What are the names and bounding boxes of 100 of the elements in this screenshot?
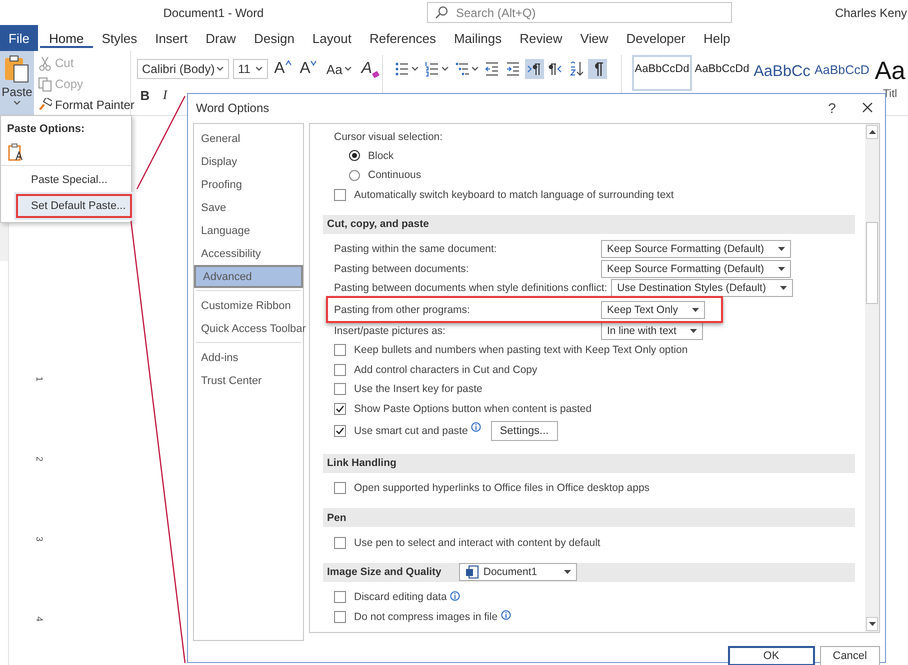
nav-item[interactable]: Proofing	[194, 173, 303, 196]
checkbox[interactable]	[334, 344, 346, 356]
option-label: Use pen to select and interact with content by default	[354, 536, 600, 549]
right-to-left-icon	[548, 61, 563, 77]
scroll-up-button[interactable]	[866, 125, 878, 139]
ruler-number: 3	[34, 536, 44, 542]
ribbon-tab[interactable]: Mailings	[444, 25, 511, 51]
nav-item[interactable]: Add-ins	[194, 346, 303, 369]
search-icon	[435, 6, 448, 19]
grow-font-button[interactable]: A	[272, 60, 294, 78]
ribbon-tab[interactable]: Design	[244, 25, 304, 51]
ribbon-tab[interactable]: References	[360, 25, 445, 51]
option-label: Keep bullets and numbers when pasting text with Keep Text Only option	[354, 344, 688, 356]
radio-button[interactable]	[349, 170, 360, 181]
checkbox[interactable]	[334, 591, 346, 604]
option-label: Use the Insert key for paste	[354, 383, 482, 396]
nav-item[interactable]: Display	[194, 150, 303, 173]
increase-indent-icon	[506, 61, 521, 77]
numbered-list-button[interactable]	[423, 59, 451, 79]
copy-icon	[38, 76, 52, 92]
font-size-combo[interactable]: 11	[233, 59, 268, 79]
style-preset[interactable]: AaBbCcDd	[632, 55, 692, 91]
bold-button[interactable]: B	[137, 88, 153, 102]
scrollbar-thumb[interactable]	[866, 222, 878, 304]
paste-text-only-icon[interactable]	[8, 143, 24, 161]
caret-icon	[472, 67, 479, 71]
checkbox[interactable]	[334, 402, 346, 415]
caret-icon	[868, 130, 876, 134]
dropdown[interactable]: Keep Text Only	[601, 300, 706, 318]
document-dropdown[interactable]: Document1	[459, 563, 578, 581]
help-button[interactable]: ?	[820, 98, 844, 116]
ruler-number: 1	[34, 376, 44, 382]
ribbon-tab[interactable]: Review	[510, 25, 572, 51]
search-field[interactable]: Search (Alt+Q)	[427, 2, 732, 23]
checkbox[interactable]	[334, 482, 346, 494]
nav-item[interactable]: Language	[194, 219, 303, 242]
style-preset[interactable]: AaBbCcDd	[692, 55, 752, 91]
option-label: Block	[368, 150, 394, 162]
sort-icon	[569, 61, 584, 77]
nav-item[interactable]: Customize Ribbon	[194, 294, 303, 317]
scroll-down-button[interactable]	[866, 617, 878, 631]
ok-button[interactable]: OK	[728, 646, 815, 665]
nav-item[interactable]: Accessibility	[194, 242, 303, 265]
checkbox[interactable]	[334, 425, 346, 437]
ribbon-tab[interactable]: File	[0, 25, 38, 51]
dropdown[interactable]: Use Destination Styles (Default)	[611, 279, 793, 298]
option-label: Cursor visual selection:	[334, 131, 443, 143]
dropdown[interactable]: Keep Source Formatting (Default)	[601, 260, 791, 278]
decrease-indent-icon	[485, 61, 500, 77]
ribbon-tab[interactable]: Styles	[92, 25, 146, 51]
settings-button[interactable]: Settings...	[490, 421, 558, 441]
paste-button[interactable]: Paste	[0, 51, 34, 115]
checkbox[interactable]	[334, 188, 346, 201]
cancel-button[interactable]: Cancel	[820, 646, 880, 665]
dialog-title: Word Options	[196, 100, 270, 114]
option-label: Use smart cut and paste	[354, 425, 468, 437]
option-label: Pasting between documents when style definitions conflict:	[334, 282, 608, 294]
style-preset[interactable]: AaBbCcD	[812, 55, 872, 91]
section-header: Cut, copy, and paste	[327, 218, 429, 230]
checkbox[interactable]	[334, 536, 346, 549]
change-case-button[interactable]: Aa	[323, 62, 356, 76]
ribbon-button[interactable]: Format Painter	[38, 96, 134, 114]
style-preset[interactable]: AaBbCc	[752, 55, 812, 91]
window-title: Document1 - Word	[162, 6, 265, 20]
nav-item[interactable]: Save	[194, 196, 303, 219]
checkbox[interactable]	[334, 610, 346, 623]
ruler-number: 2	[34, 456, 44, 462]
section-header: Link Handling	[327, 457, 396, 469]
ribbon-tab[interactable]: Draw	[196, 25, 245, 51]
option-label: Insert/paste pictures as:	[334, 324, 446, 337]
checkbox[interactable]	[334, 383, 346, 396]
checkbox[interactable]	[334, 364, 346, 376]
option-label: Continuous	[368, 169, 422, 182]
italic-button[interactable]: I	[157, 87, 173, 103]
menu-item[interactable]: Set Default Paste...	[14, 192, 134, 220]
dropdown[interactable]: Keep Source Formatting (Default)	[601, 240, 791, 258]
pilcrow-button[interactable]	[588, 59, 607, 79]
caret-icon	[564, 570, 572, 574]
nav-item[interactable]: General	[194, 127, 303, 150]
menu-item[interactable]: Paste Special...	[1, 168, 131, 192]
option-label: Open supported hyperlinks to Office files in Office desktop apps	[354, 482, 650, 494]
nav-item[interactable]: Trust Center	[194, 369, 303, 392]
shrink-font-button[interactable]: A	[298, 60, 320, 78]
caret-icon	[778, 247, 785, 252]
caret-icon	[778, 266, 785, 271]
ribbon-tab[interactable]: Insert	[146, 25, 197, 51]
left-to-right-button[interactable]	[525, 59, 544, 79]
caret-icon	[14, 101, 20, 105]
ribbon-tab[interactable]: Layout	[303, 25, 360, 51]
radio-button[interactable]	[349, 150, 360, 162]
ribbon-tab[interactable]: View	[571, 25, 618, 51]
menu-heading: Paste Options:	[6, 122, 86, 137]
clear-formatting-button[interactable]: A	[359, 60, 382, 78]
nav-item[interactable]: Advanced	[194, 265, 303, 288]
caret-icon	[780, 286, 787, 290]
ribbon-tab[interactable]: Developer	[617, 25, 694, 51]
ribbon-tab[interactable]: Home	[40, 25, 93, 51]
paintbrush-icon	[38, 98, 52, 112]
font-name-combo[interactable]: Calibri (Body)	[137, 59, 229, 79]
ribbon-tab[interactable]: Help	[694, 25, 740, 51]
